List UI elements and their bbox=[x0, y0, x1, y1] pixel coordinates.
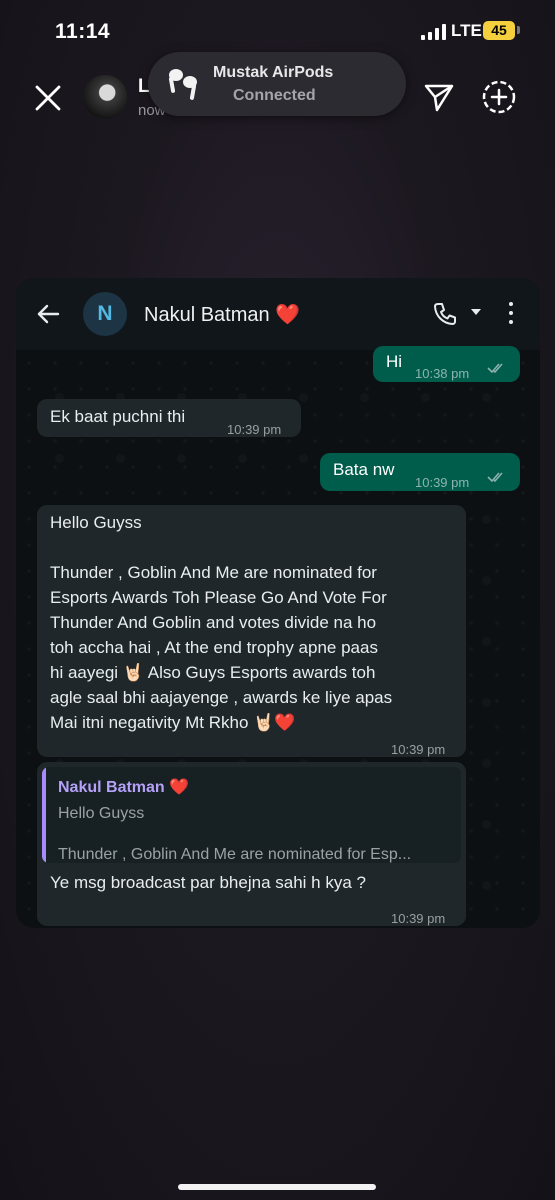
add-story-icon[interactable] bbox=[480, 78, 518, 116]
message-line: agle saal bhi aajayenge , awards ke liye… bbox=[50, 688, 393, 707]
message-line: Esports Awards Toh Please Go And Vote Fo… bbox=[50, 588, 387, 607]
message-line: Mai itni negativity Mt Rkho 🤘🏻❤️ bbox=[50, 713, 296, 732]
home-indicator[interactable] bbox=[178, 1184, 376, 1190]
quoted-message[interactable]: Nakul Batman ❤️ Hello Guyss Thunder , Go… bbox=[42, 767, 461, 863]
message-incoming[interactable]: Ek baat puchni thi 10:39 pm bbox=[37, 399, 301, 437]
airpods-notification[interactable]: Mustak AirPods Connected bbox=[148, 52, 406, 116]
message-body: Hello Guyss Thunder , Goblin And Me are … bbox=[50, 510, 460, 735]
message-incoming-long[interactable]: Hello Guyss Thunder , Goblin And Me are … bbox=[37, 505, 466, 757]
contact-name[interactable]: Nakul Batman ❤️ bbox=[144, 302, 300, 327]
message-line: Thunder And Goblin and votes divide na h… bbox=[50, 613, 377, 632]
contact-name-text: Nakul Batman bbox=[144, 304, 270, 326]
send-icon[interactable] bbox=[422, 80, 456, 114]
back-arrow-icon[interactable] bbox=[36, 302, 60, 326]
contact-avatar[interactable]: N bbox=[83, 292, 127, 336]
quote-line-2: Thunder , Goblin And Me are nominated fo… bbox=[58, 846, 412, 863]
battery-icon: 45 bbox=[483, 21, 515, 40]
message-time: 10:39 pm bbox=[391, 742, 446, 757]
more-options-icon[interactable] bbox=[507, 302, 515, 326]
chat-screenshot: N Nakul Batman ❤️ Hi 10:38 pm Ek baat pu… bbox=[16, 278, 540, 928]
story-avatar[interactable] bbox=[83, 75, 127, 119]
quote-line-1: Hello Guyss bbox=[58, 805, 145, 822]
message-outgoing[interactable]: Hi 10:38 pm bbox=[373, 346, 520, 382]
status-bar: 11:14 LTE 45 bbox=[0, 0, 555, 60]
message-outgoing[interactable]: Bata nw 10:39 pm bbox=[320, 453, 520, 491]
airpods-icon bbox=[168, 69, 197, 100]
close-icon[interactable] bbox=[32, 82, 64, 114]
airpods-title: Mustak AirPods bbox=[213, 64, 334, 81]
phone-call-icon[interactable] bbox=[432, 301, 458, 327]
airpods-status: Connected bbox=[233, 87, 316, 104]
battery-tip bbox=[517, 26, 520, 34]
quote-author: Nakul Batman ❤️ bbox=[58, 779, 190, 796]
read-receipt-icon bbox=[487, 472, 503, 483]
quote-bar bbox=[42, 767, 46, 863]
call-dropdown-icon[interactable] bbox=[471, 309, 481, 315]
clock: 11:14 bbox=[55, 20, 111, 43]
cellular-signal-icon bbox=[421, 24, 446, 40]
message-text: Ye msg broadcast par bhejna sahi h kya ? bbox=[50, 873, 366, 892]
message-time: 10:39 pm bbox=[391, 911, 446, 926]
message-line: Hello Guyss bbox=[50, 513, 142, 532]
message-time: 10:39 pm bbox=[415, 475, 470, 490]
message-time: 10:38 pm bbox=[415, 366, 470, 381]
message-text: Hi bbox=[386, 352, 403, 371]
message-line: hi aayegi 🤘🏻 Also Guys Esports awards to… bbox=[50, 663, 376, 682]
message-line: Thunder , Goblin And Me are nominated fo… bbox=[50, 563, 377, 582]
chat-header: N Nakul Batman ❤️ bbox=[16, 278, 540, 350]
message-text: Bata nw bbox=[333, 460, 395, 479]
message-line bbox=[50, 535, 460, 560]
network-type: LTE bbox=[451, 21, 482, 40]
message-time: 10:39 pm bbox=[227, 422, 282, 437]
heart-emoji: ❤️ bbox=[275, 304, 301, 326]
read-receipt-icon bbox=[487, 363, 503, 374]
message-incoming-reply[interactable]: Nakul Batman ❤️ Hello Guyss Thunder , Go… bbox=[37, 762, 466, 926]
message-text: Ek baat puchni thi bbox=[50, 407, 186, 426]
message-line: toh accha hai , At the end trophy apne p… bbox=[50, 638, 378, 657]
